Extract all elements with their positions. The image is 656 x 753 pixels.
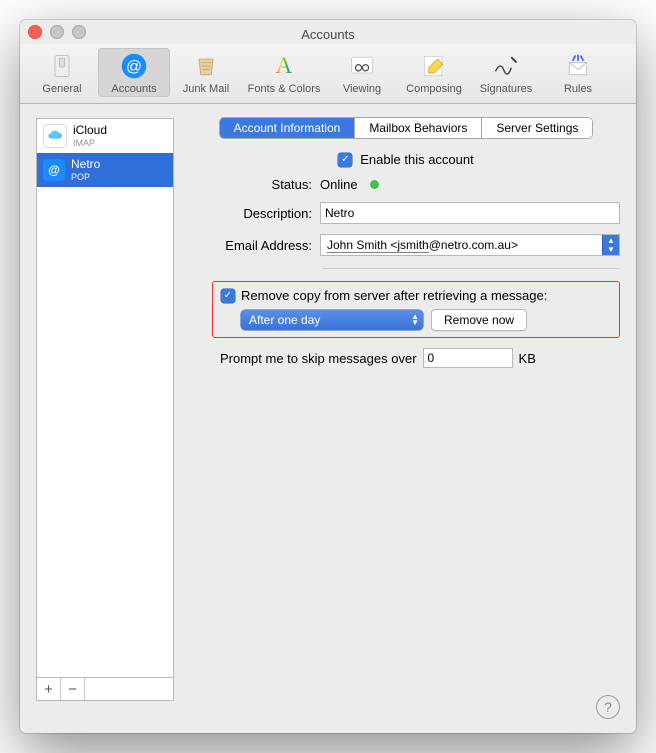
- svg-text:@: @: [126, 58, 142, 75]
- toolbar-junk-mail[interactable]: Junk Mail: [170, 48, 242, 97]
- account-name: iCloud: [73, 124, 107, 138]
- minimize-window-button[interactable]: [50, 25, 64, 39]
- skip-messages-label: Prompt me to skip messages over: [220, 351, 417, 366]
- toolbar-label: Signatures: [480, 83, 533, 95]
- skip-unit-label: KB: [519, 351, 536, 366]
- remove-copy-highlight: ✓ Remove copy from server after retrievi…: [212, 281, 620, 338]
- tab-mailbox-behaviors[interactable]: Mailbox Behaviors: [355, 118, 482, 138]
- toolbar-composing[interactable]: Composing: [398, 48, 470, 97]
- account-type: POP: [71, 172, 100, 182]
- account-type: IMAP: [73, 138, 107, 148]
- chevron-updown-icon: ▲▼: [602, 235, 619, 255]
- status-label: Status:: [192, 177, 312, 192]
- remove-copy-label: Remove copy from server after retrieving…: [241, 288, 547, 303]
- toolbar-label: Composing: [406, 83, 462, 95]
- window-title: Accounts: [301, 27, 354, 42]
- description-input[interactable]: [320, 202, 620, 224]
- account-tabs: Account Information Mailbox Behaviors Se…: [220, 118, 593, 138]
- toolbar-label: Rules: [564, 83, 592, 95]
- compose-icon: [420, 52, 448, 80]
- toolbar-viewing[interactable]: Viewing: [326, 48, 398, 97]
- email-label: Email Address:: [192, 238, 312, 253]
- zoom-window-button[interactable]: [72, 25, 86, 39]
- toolbar-label: General: [42, 83, 81, 95]
- account-item-netro[interactable]: @ Netro POP: [37, 153, 173, 187]
- account-name: Netro: [71, 158, 100, 172]
- email-address-select[interactable]: John Smith <jsmith@netro.com.au> ▲▼: [320, 234, 620, 256]
- help-button[interactable]: ?: [596, 695, 620, 719]
- enable-account-label: Enable this account: [360, 152, 473, 167]
- toolbar-accounts[interactable]: @ Accounts: [98, 48, 170, 97]
- preferences-toolbar: General @ Accounts Junk Mail A Fonts & C…: [20, 44, 636, 104]
- toolbar-label: Junk Mail: [183, 83, 229, 95]
- rules-icon: [564, 52, 592, 80]
- remove-now-button[interactable]: Remove now: [431, 309, 527, 331]
- recycle-bin-icon: [192, 52, 220, 80]
- toolbar-label: Viewing: [343, 83, 381, 95]
- switch-icon: [48, 52, 76, 80]
- toolbar-fonts-colors[interactable]: A Fonts & Colors: [242, 48, 326, 97]
- remove-after-value: After one day: [249, 313, 320, 327]
- fonts-colors-icon: A: [270, 52, 298, 80]
- toolbar-signatures[interactable]: Signatures: [470, 48, 542, 97]
- remove-account-button[interactable]: −: [61, 678, 85, 700]
- toolbar-general[interactable]: General: [26, 48, 98, 97]
- email-value: John Smith <jsmith@netro.com.au>: [327, 238, 518, 252]
- signature-icon: [492, 52, 520, 80]
- accounts-list: iCloud IMAP @ Netro POP: [36, 118, 174, 677]
- remove-after-select[interactable]: After one day ▲▼: [241, 310, 423, 330]
- skip-size-input[interactable]: [423, 348, 513, 368]
- close-window-button[interactable]: [28, 25, 42, 39]
- add-account-button[interactable]: +: [37, 678, 61, 700]
- toolbar-rules[interactable]: Rules: [542, 48, 614, 97]
- tab-account-information[interactable]: Account Information: [220, 118, 356, 138]
- toolbar-label: Fonts & Colors: [248, 83, 321, 95]
- cloud-icon: [43, 124, 67, 148]
- svg-text:A: A: [276, 53, 293, 78]
- divider: [322, 268, 620, 269]
- at-icon: @: [120, 52, 148, 80]
- status-indicator-icon: [370, 180, 379, 189]
- at-icon: @: [43, 159, 65, 181]
- remove-copy-checkbox[interactable]: ✓: [221, 289, 235, 303]
- description-label: Description:: [192, 206, 312, 221]
- chevron-updown-icon: ▲▼: [411, 314, 419, 325]
- toolbar-label: Accounts: [111, 83, 156, 95]
- status-value: Online: [320, 177, 358, 192]
- enable-account-checkbox[interactable]: ✓: [338, 153, 352, 167]
- glasses-icon: [348, 52, 376, 80]
- tab-server-settings[interactable]: Server Settings: [482, 118, 592, 138]
- account-item-icloud[interactable]: iCloud IMAP: [37, 119, 173, 153]
